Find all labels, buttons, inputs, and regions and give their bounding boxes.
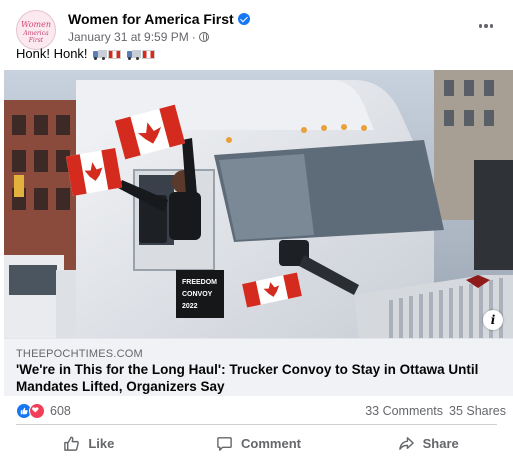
more-options-icon[interactable]	[474, 14, 498, 38]
canada-flag-left	[65, 147, 123, 197]
like-button[interactable]: Like	[4, 428, 174, 458]
post-header: Women America First Women for America Fi…	[16, 8, 506, 50]
page-avatar[interactable]: Women America First	[16, 10, 56, 50]
like-button-label: Like	[88, 435, 115, 451]
stats-divider	[16, 424, 497, 425]
page-name-link[interactable]: Women for America First	[68, 11, 250, 27]
link-domain: THEEPOCHTIMES.COM	[16, 348, 143, 360]
link-headline[interactable]: 'We're in This for the Long Haul': Truck…	[16, 361, 506, 395]
truck-convoy-photo: FREEDOM CONVOY 2022	[4, 70, 513, 338]
truck-emoji-icon	[126, 50, 141, 60]
truck-emoji-icon	[93, 50, 108, 60]
post-timestamp[interactable]: January 31 at 9:59 PM	[68, 30, 189, 44]
thumbs-up-icon	[64, 436, 80, 451]
engagement-counts: 33 Comments 35 Shares	[365, 404, 506, 418]
facebook-post: Women America First Women for America Fi…	[0, 0, 513, 464]
truck-sign-line2: CONVOY	[182, 291, 213, 298]
share-button-label: Share	[422, 435, 459, 451]
avatar-logo-line2: America First	[23, 30, 49, 44]
comment-count[interactable]: 33 Comments	[365, 404, 443, 418]
comment-button[interactable]: Comment	[174, 428, 344, 458]
love-reaction-icon[interactable]	[29, 403, 45, 419]
verified-badge-icon	[237, 13, 250, 25]
avatar-logo-line1: Women	[21, 20, 51, 29]
share-count[interactable]: 35 Shares	[449, 404, 506, 418]
truck-sign-line3: 2022	[182, 303, 198, 310]
link-preview-image[interactable]: FREEDOM CONVOY 2022 i	[4, 70, 513, 338]
page-name[interactable]: Women for America First	[68, 11, 234, 27]
post-stats: 608 33 Comments 35 Shares	[16, 400, 506, 422]
post-body-text: Honk! Honk!	[16, 46, 88, 61]
comment-icon	[217, 436, 232, 451]
post-body: Honk! Honk!	[16, 46, 155, 61]
post-action-bar: Like Comment Share	[4, 428, 513, 458]
reaction-count[interactable]: 608	[50, 404, 71, 418]
globe-icon	[198, 32, 209, 42]
info-icon[interactable]: i	[483, 310, 503, 330]
link-preview-box[interactable]: THEEPOCHTIMES.COM 'We're in This for the…	[4, 338, 513, 396]
truck-sign-line1: FREEDOM	[182, 279, 217, 286]
comment-button-label: Comment	[241, 435, 301, 451]
share-button[interactable]: Share	[343, 428, 513, 458]
share-icon	[398, 436, 414, 450]
canada-flag-emoji-icon	[108, 50, 122, 59]
post-meta: January 31 at 9:59 PM ·	[68, 30, 209, 44]
canada-flag-emoji-icon	[141, 50, 155, 59]
